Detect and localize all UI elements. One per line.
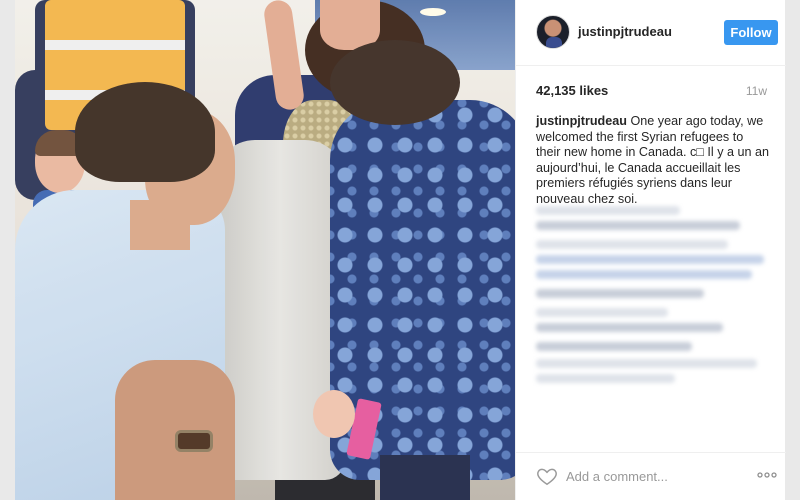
likes-count[interactable]: 42,135 likes [536, 83, 608, 98]
comment-bar [516, 452, 786, 500]
post-frame: justinpjtrudeau Follow 42,135 likes 11w … [15, 0, 786, 500]
blurred-comment-line [536, 240, 728, 249]
blurred-comment-line [536, 289, 704, 298]
follow-button[interactable]: Follow [724, 20, 778, 45]
blurred-comment-line [536, 255, 764, 264]
blurred-comment-line [536, 221, 740, 230]
add-comment-input[interactable] [566, 465, 736, 487]
blurred-comment-line [536, 323, 724, 332]
more-options-icon[interactable] [756, 466, 778, 484]
blurred-comment-line [536, 342, 692, 351]
blurred-comment-line [536, 270, 752, 279]
blurred-comment-line [536, 374, 676, 383]
heart-outline-icon[interactable] [536, 465, 558, 487]
blurred-comment-line [536, 206, 680, 215]
profile-avatar[interactable] [536, 15, 570, 49]
header-username[interactable]: justinpjtrudeau [578, 24, 672, 39]
blurred-comments [536, 206, 776, 389]
blurred-comment-line [536, 359, 757, 368]
post-photo[interactable] [15, 0, 515, 500]
blurred-comment-line [536, 308, 668, 317]
post-age[interactable]: 11w [746, 84, 767, 98]
caption-username[interactable]: justinpjtrudeau [536, 114, 627, 128]
photo-overlay [15, 0, 515, 500]
post-header: justinpjtrudeau Follow [516, 0, 786, 66]
post-caption: justinpjtrudeau One year ago today, we w… [536, 114, 771, 207]
post-side-panel: justinpjtrudeau Follow 42,135 likes 11w … [515, 0, 786, 500]
